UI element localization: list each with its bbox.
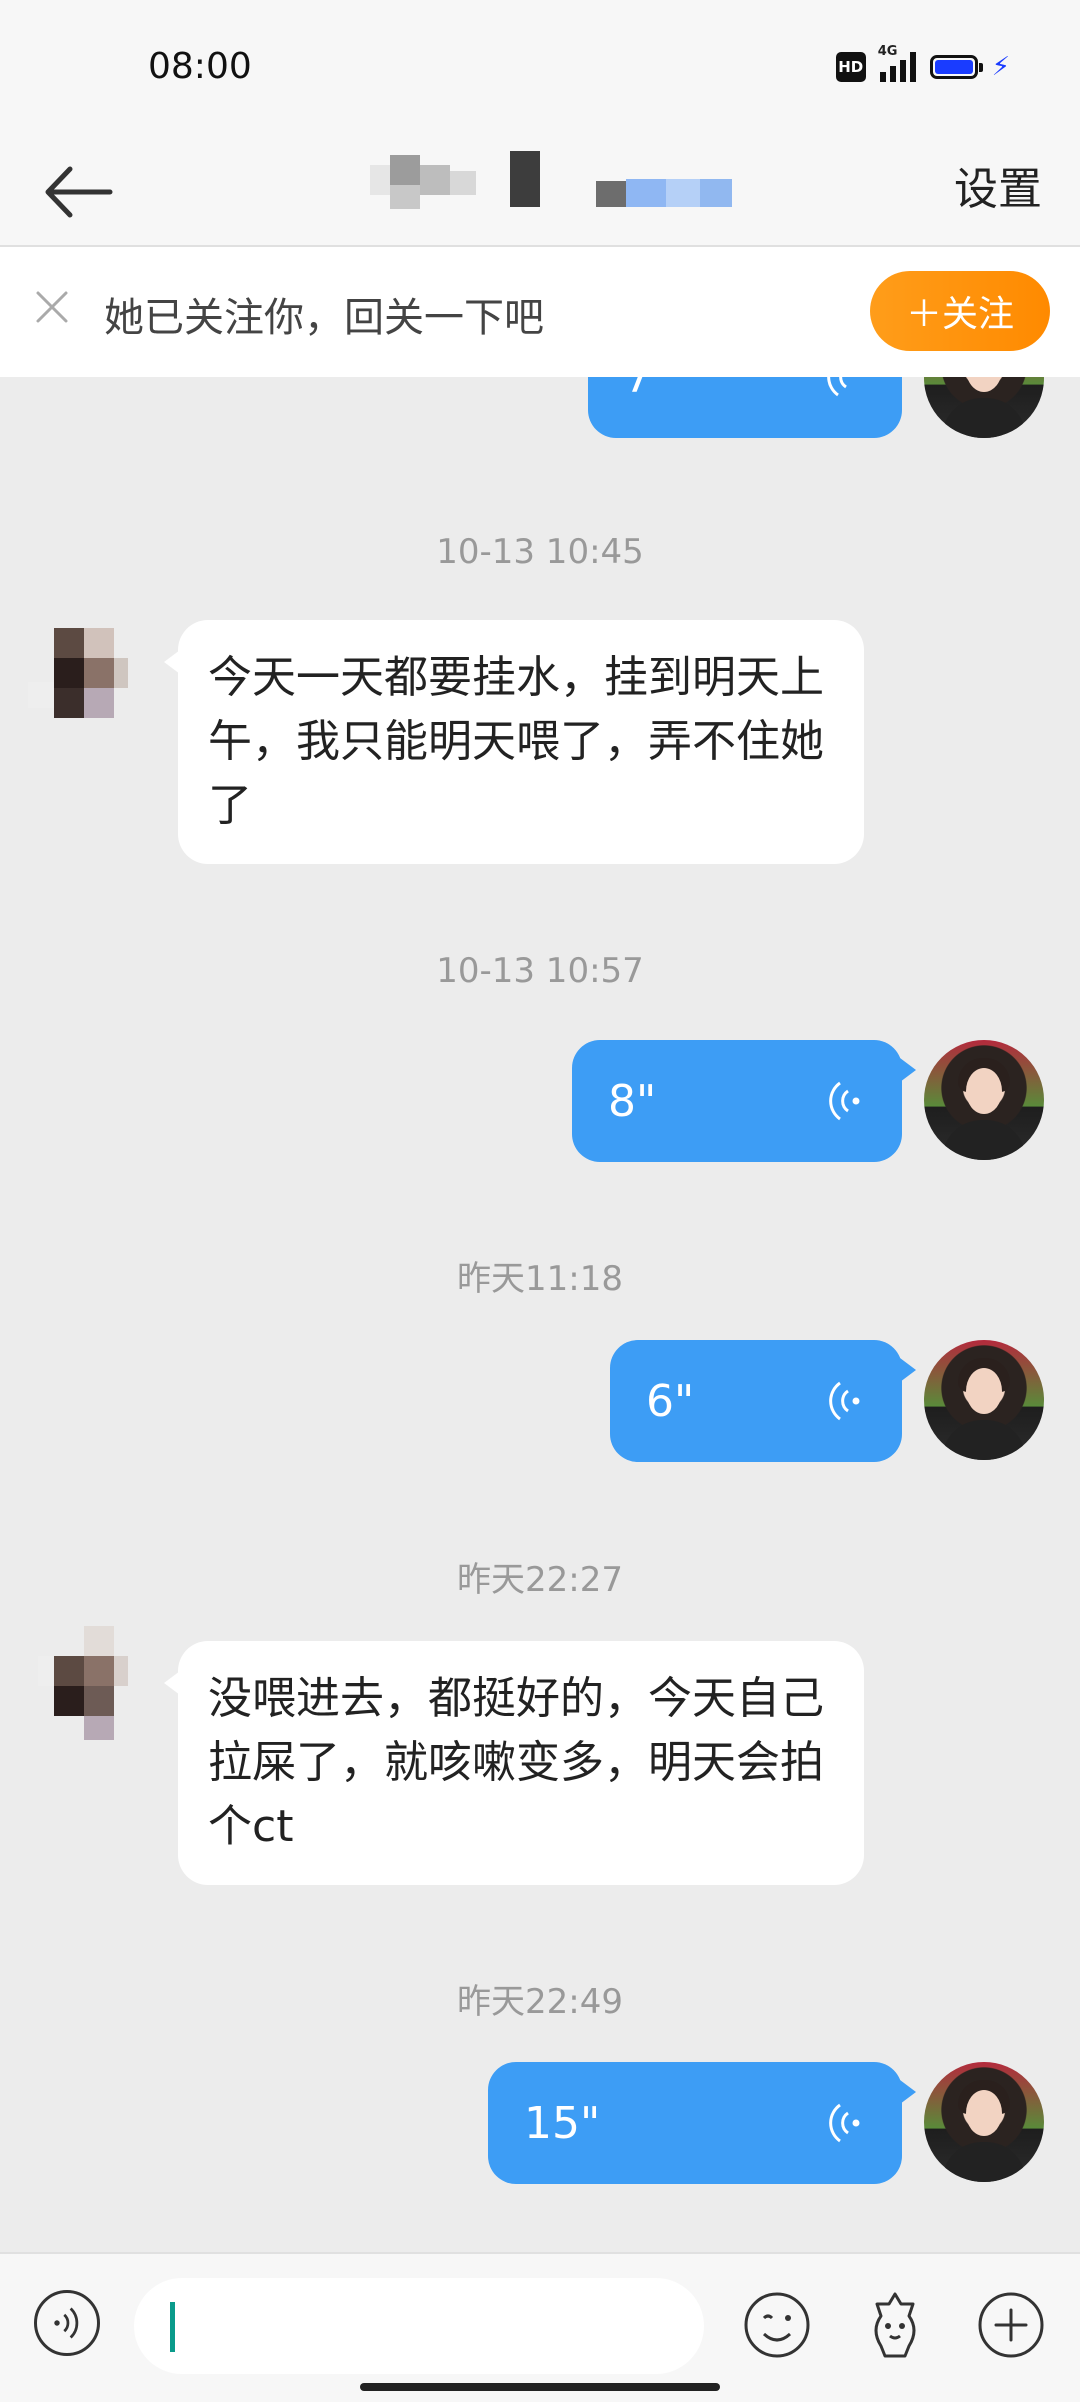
battery-icon xyxy=(929,55,983,79)
chat-header: 设置 xyxy=(0,135,1080,247)
input-bar xyxy=(0,2252,1080,2402)
avatar[interactable] xyxy=(924,1040,1044,1160)
voice-input-icon[interactable] xyxy=(34,2290,100,2356)
message-timestamp: 10-13 10:45 xyxy=(436,532,644,572)
voice-message[interactable]: 6" xyxy=(610,1340,916,1462)
voice-wave-icon xyxy=(829,1381,860,1421)
voice-message[interactable]: 8" xyxy=(572,1040,916,1162)
follow-banner-content: 她已关注你，回关一下吧 ＋关注 xyxy=(0,247,1080,377)
avatar[interactable] xyxy=(924,1340,1044,1460)
voice-duration: 6" xyxy=(646,1375,695,1427)
contact-name-pixelated xyxy=(370,145,750,225)
signal-icon: 4G xyxy=(878,44,916,82)
voice-duration: 8" xyxy=(608,1075,657,1127)
sticker-icon[interactable] xyxy=(860,2290,930,2360)
voice-message[interactable]: 15" xyxy=(488,2062,916,2184)
incoming-message: 今天一天都要挂水，挂到明天上午，我只能明天喂了，弄不住她了 xyxy=(164,620,864,864)
follow-prompt-text: 她已关注你，回关一下吧 xyxy=(104,295,544,341)
close-icon[interactable] xyxy=(30,285,74,329)
network-label: 4G xyxy=(877,44,898,59)
charging-icon: ⚡ xyxy=(991,52,1010,82)
emoji-icon[interactable] xyxy=(742,2290,812,2360)
voice-wave-icon xyxy=(829,2103,860,2143)
status-time: 08:00 xyxy=(148,46,252,87)
arrow-left-icon[interactable] xyxy=(40,157,120,227)
message-timestamp: 昨天11:18 xyxy=(457,1259,623,1299)
avatar[interactable] xyxy=(28,1626,138,1746)
avatar[interactable] xyxy=(28,622,138,742)
message-timestamp: 昨天22:49 xyxy=(457,1982,623,2022)
voice-wave-icon xyxy=(829,1081,860,1121)
incoming-message: 没喂进去，都挺好的，今天自己拉屎了，就咳嗽变多，明天会拍个ct xyxy=(164,1641,864,1885)
message-timestamp: 10-13 10:57 xyxy=(436,951,644,991)
status-bar: 08:00 HD 4G ⚡ xyxy=(0,0,1080,135)
avatar[interactable] xyxy=(924,2062,1044,2182)
status-icons: HD 4G ⚡ xyxy=(835,44,1010,82)
more-plus-icon[interactable] xyxy=(976,2290,1046,2360)
message-timestamp: 昨天22:27 xyxy=(457,1560,623,1600)
hd-icon: HD xyxy=(835,52,866,82)
home-indicator[interactable] xyxy=(360,2383,720,2391)
settings-button[interactable]: 设置 xyxy=(954,153,1042,217)
voice-duration: 15" xyxy=(524,2097,601,2149)
message-input[interactable] xyxy=(134,2278,704,2374)
follow-button[interactable]: ＋关注 xyxy=(870,271,1050,351)
text-caret xyxy=(170,2302,175,2352)
